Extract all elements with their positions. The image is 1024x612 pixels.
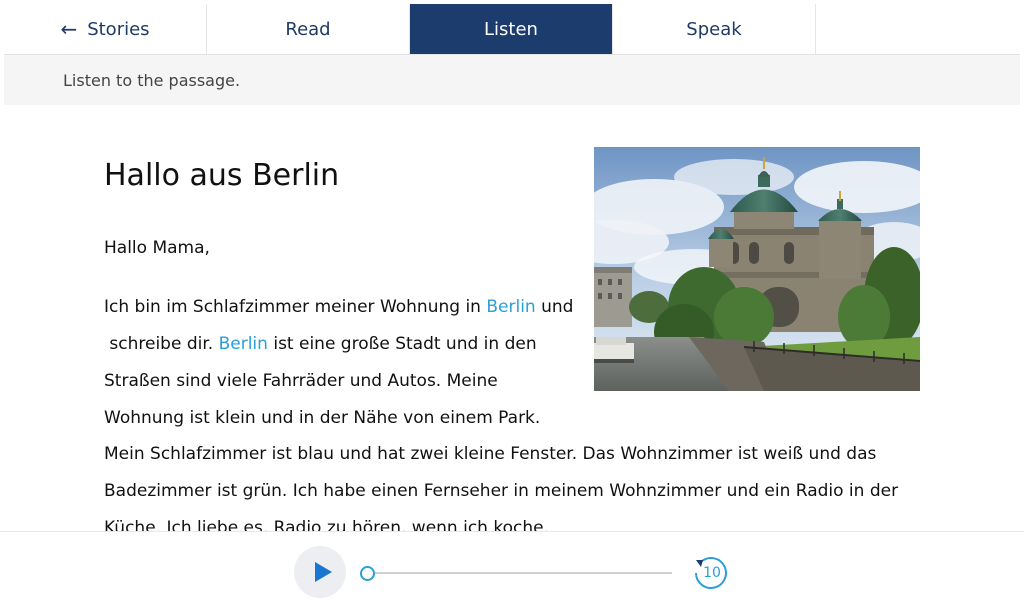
tab-speak-label: Speak [686, 18, 742, 40]
story-text: ist eine große Stadt und in den [267, 334, 537, 354]
story-text: schreibe dir. [104, 334, 219, 354]
story-line: Ich bin im Schlafzimmer meiner Wohnung i… [104, 297, 573, 317]
vocab-link-berlin[interactable]: Berlin [219, 334, 268, 354]
story-salutation: Hallo Mama, [104, 238, 210, 258]
story-text: und [535, 297, 574, 317]
story-line: Straßen sind viele Fahrräder und Autos. … [104, 371, 498, 391]
play-icon [315, 562, 332, 582]
tab-bar: ← Stories Read Listen Speak [4, 4, 1020, 55]
tab-speak[interactable]: Speak [613, 4, 816, 54]
arrow-left-icon: ← [60, 17, 78, 41]
progress-knob[interactable] [360, 566, 375, 581]
tab-listen-label: Listen [484, 18, 538, 40]
instruction-text: Listen to the passage. [63, 70, 241, 90]
berlin-cathedral-image [594, 147, 920, 391]
instruction-bar: Listen to the passage. [4, 55, 1020, 105]
tab-stories-back[interactable]: ← Stories [4, 4, 207, 54]
vocab-link-berlin[interactable]: Berlin [486, 297, 535, 317]
tab-read[interactable]: Read [207, 4, 410, 54]
story-text: Ich bin im Schlafzimmer meiner Wohnung i… [104, 297, 487, 317]
tab-listen[interactable]: Listen [410, 4, 613, 54]
rewind-seconds-label: 10 [703, 565, 721, 581]
play-button[interactable] [294, 546, 346, 598]
tab-stories-label: Stories [87, 18, 150, 40]
rewind-10-button[interactable]: 10 [690, 552, 732, 594]
audio-player: 10 [0, 532, 1024, 612]
story-line: Mein Schlafzimmer ist blau und hat zwei … [104, 444, 877, 464]
tab-read-label: Read [285, 18, 331, 40]
tab-spacer [816, 4, 1020, 54]
story-line: schreibe dir. Berlin ist eine große Stad… [104, 334, 537, 354]
story-line: Wohnung ist klein und in der Nähe von ei… [104, 408, 541, 428]
progress-track[interactable] [366, 572, 672, 574]
story-title: Hallo aus Berlin [104, 158, 340, 193]
app-frame: ← Stories Read Listen Speak Listen to th… [0, 0, 1024, 612]
story-line: Badezimmer ist grün. Ich habe einen Fern… [104, 481, 899, 501]
